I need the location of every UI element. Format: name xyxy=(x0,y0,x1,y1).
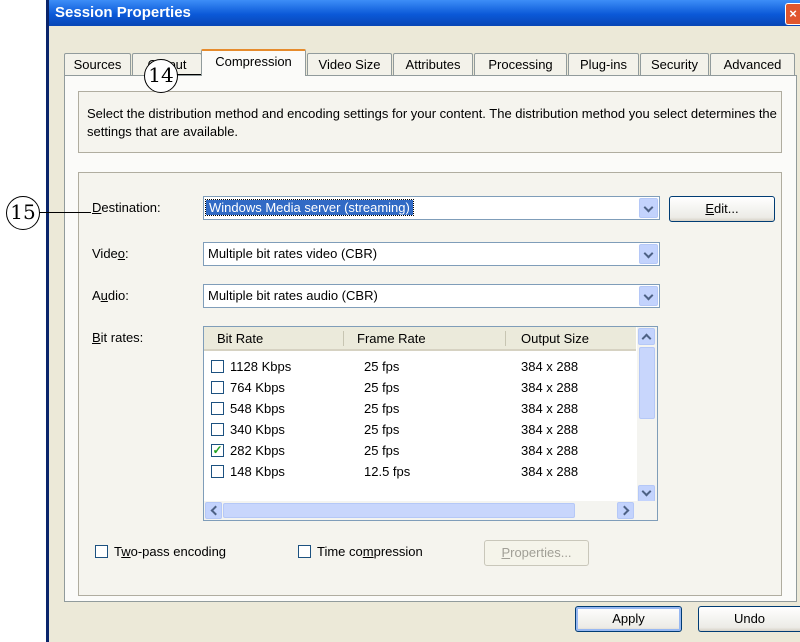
output-size-cell: 384 x 288 xyxy=(521,464,579,479)
table-row[interactable]: ✓ 282 Kbps 25 fps 384 x 288 xyxy=(204,441,636,462)
chevron-down-icon xyxy=(643,248,654,259)
row-checkbox[interactable] xyxy=(211,360,224,373)
bitrate-cell: 282 Kbps xyxy=(230,443,285,458)
row-checkbox-checked[interactable]: ✓ xyxy=(211,444,224,457)
table-row[interactable]: 764 Kbps 25 fps 384 x 288 xyxy=(204,378,636,399)
table-row[interactable]: 148 Kbps 12.5 fps 384 x 288 xyxy=(204,462,636,483)
column-divider[interactable] xyxy=(505,331,506,346)
frame-rate-cell: 25 fps xyxy=(364,359,400,374)
horizontal-scrollbar[interactable] xyxy=(204,501,657,520)
bitrate-list-header: Bit Rate Frame Rate Output Size xyxy=(204,327,636,351)
frame-rate-cell: 25 fps xyxy=(364,380,400,395)
callout-15: 15 xyxy=(6,196,40,230)
row-checkbox[interactable] xyxy=(211,381,224,394)
output-size-cell: 384 x 288 xyxy=(521,380,579,395)
output-size-cell: 384 x 288 xyxy=(521,359,579,374)
destination-select[interactable]: Windows Media server (streaming) xyxy=(203,196,660,220)
scroll-down-button[interactable] xyxy=(638,485,655,502)
bitrate-cell: 148 Kbps xyxy=(230,464,285,479)
bitrate-cell: 1128 Kbps xyxy=(230,359,292,374)
row-checkbox[interactable] xyxy=(211,423,224,436)
tab-sources[interactable]: Sources xyxy=(64,53,131,75)
row-checkbox[interactable] xyxy=(211,465,224,478)
frame-rate-cell: 25 fps xyxy=(364,401,400,416)
scroll-left-button[interactable] xyxy=(205,502,222,519)
output-size-cell: 384 x 288 xyxy=(521,443,579,458)
video-value: Multiple bit rates video (CBR) xyxy=(208,246,378,261)
window-title: Session Properties xyxy=(55,4,191,21)
info-text: Select the distribution method and encod… xyxy=(87,106,777,139)
tab-compression[interactable]: Compression xyxy=(201,49,306,76)
properties-button[interactable]: Properties... xyxy=(484,540,589,566)
table-row[interactable]: 548 Kbps 25 fps 384 x 288 xyxy=(204,399,636,420)
row-checkbox[interactable] xyxy=(211,402,224,415)
callout-15-leader xyxy=(39,212,91,213)
audio-dropdown-button[interactable] xyxy=(639,286,658,306)
scroll-right-button[interactable] xyxy=(617,502,634,519)
close-icon[interactable]: × xyxy=(785,3,800,25)
time-compression-checkbox[interactable] xyxy=(298,545,311,558)
video-dropdown-button[interactable] xyxy=(639,244,658,264)
audio-label: Audio: xyxy=(92,288,129,303)
header-frame-rate[interactable]: Frame Rate xyxy=(357,331,426,346)
tab-plug-ins[interactable]: Plug-ins xyxy=(568,53,639,75)
bitrate-cell: 548 Kbps xyxy=(230,401,285,416)
tab-video-size[interactable]: Video Size xyxy=(307,53,392,75)
scroll-up-button[interactable] xyxy=(638,328,655,345)
tab-processing[interactable]: Processing xyxy=(474,53,567,75)
vertical-scroll-thumb[interactable] xyxy=(639,347,655,419)
audio-value: Multiple bit rates audio (CBR) xyxy=(208,288,378,303)
destination-dropdown-button[interactable] xyxy=(639,198,658,218)
output-size-cell: 384 x 288 xyxy=(521,401,579,416)
column-divider[interactable] xyxy=(343,331,344,346)
undo-button[interactable]: Undo xyxy=(698,606,800,632)
edit-button[interactable]: Edit... xyxy=(669,196,775,222)
output-size-cell: 384 x 288 xyxy=(521,422,579,437)
arrow-up-icon xyxy=(641,333,652,344)
two-pass-label[interactable]: Two-pass encoding xyxy=(114,544,226,559)
frame-rate-cell: 25 fps xyxy=(364,422,400,437)
bitrates-label: Bit rates: xyxy=(92,330,144,345)
callout-14: 14 xyxy=(144,59,178,93)
audio-select[interactable]: Multiple bit rates audio (CBR) xyxy=(203,284,660,308)
video-select[interactable]: Multiple bit rates video (CBR) xyxy=(203,242,660,266)
header-bit-rate[interactable]: Bit Rate xyxy=(217,331,263,346)
time-compression-label[interactable]: Time compression xyxy=(317,544,423,559)
frame-rate-cell: 12.5 fps xyxy=(364,464,411,479)
two-pass-checkbox[interactable] xyxy=(95,545,108,558)
destination-label: Destination: xyxy=(92,200,161,215)
tab-security[interactable]: Security xyxy=(640,53,709,75)
chevron-down-icon xyxy=(643,290,654,301)
arrow-down-icon xyxy=(641,486,652,497)
info-box: Select the distribution method and encod… xyxy=(78,91,782,153)
apply-button[interactable]: Apply xyxy=(575,606,682,632)
title-bar[interactable]: Session Properties × xyxy=(49,0,800,26)
tab-advanced[interactable]: Advanced xyxy=(710,53,795,75)
horizontal-scroll-thumb[interactable] xyxy=(223,503,575,518)
frame-rate-cell: 25 fps xyxy=(364,443,400,458)
arrow-left-icon xyxy=(210,505,221,516)
table-row[interactable]: 340 Kbps 25 fps 384 x 288 xyxy=(204,420,636,441)
vertical-scrollbar[interactable] xyxy=(637,327,657,503)
destination-value: Windows Media server (streaming) xyxy=(205,199,414,216)
bitrate-list[interactable]: Bit Rate Frame Rate Output Size 1128 Kbp… xyxy=(203,326,658,521)
tab-attributes[interactable]: Attributes xyxy=(393,53,473,75)
arrow-right-icon xyxy=(619,505,630,516)
header-output-size[interactable]: Output Size xyxy=(521,331,589,346)
video-label: Video: xyxy=(92,246,129,261)
bitrate-cell: 764 Kbps xyxy=(230,380,285,395)
chevron-down-icon xyxy=(643,202,654,213)
table-row[interactable]: 1128 Kbps 25 fps 384 x 288 xyxy=(204,357,636,378)
bitrate-cell: 340 Kbps xyxy=(230,422,285,437)
